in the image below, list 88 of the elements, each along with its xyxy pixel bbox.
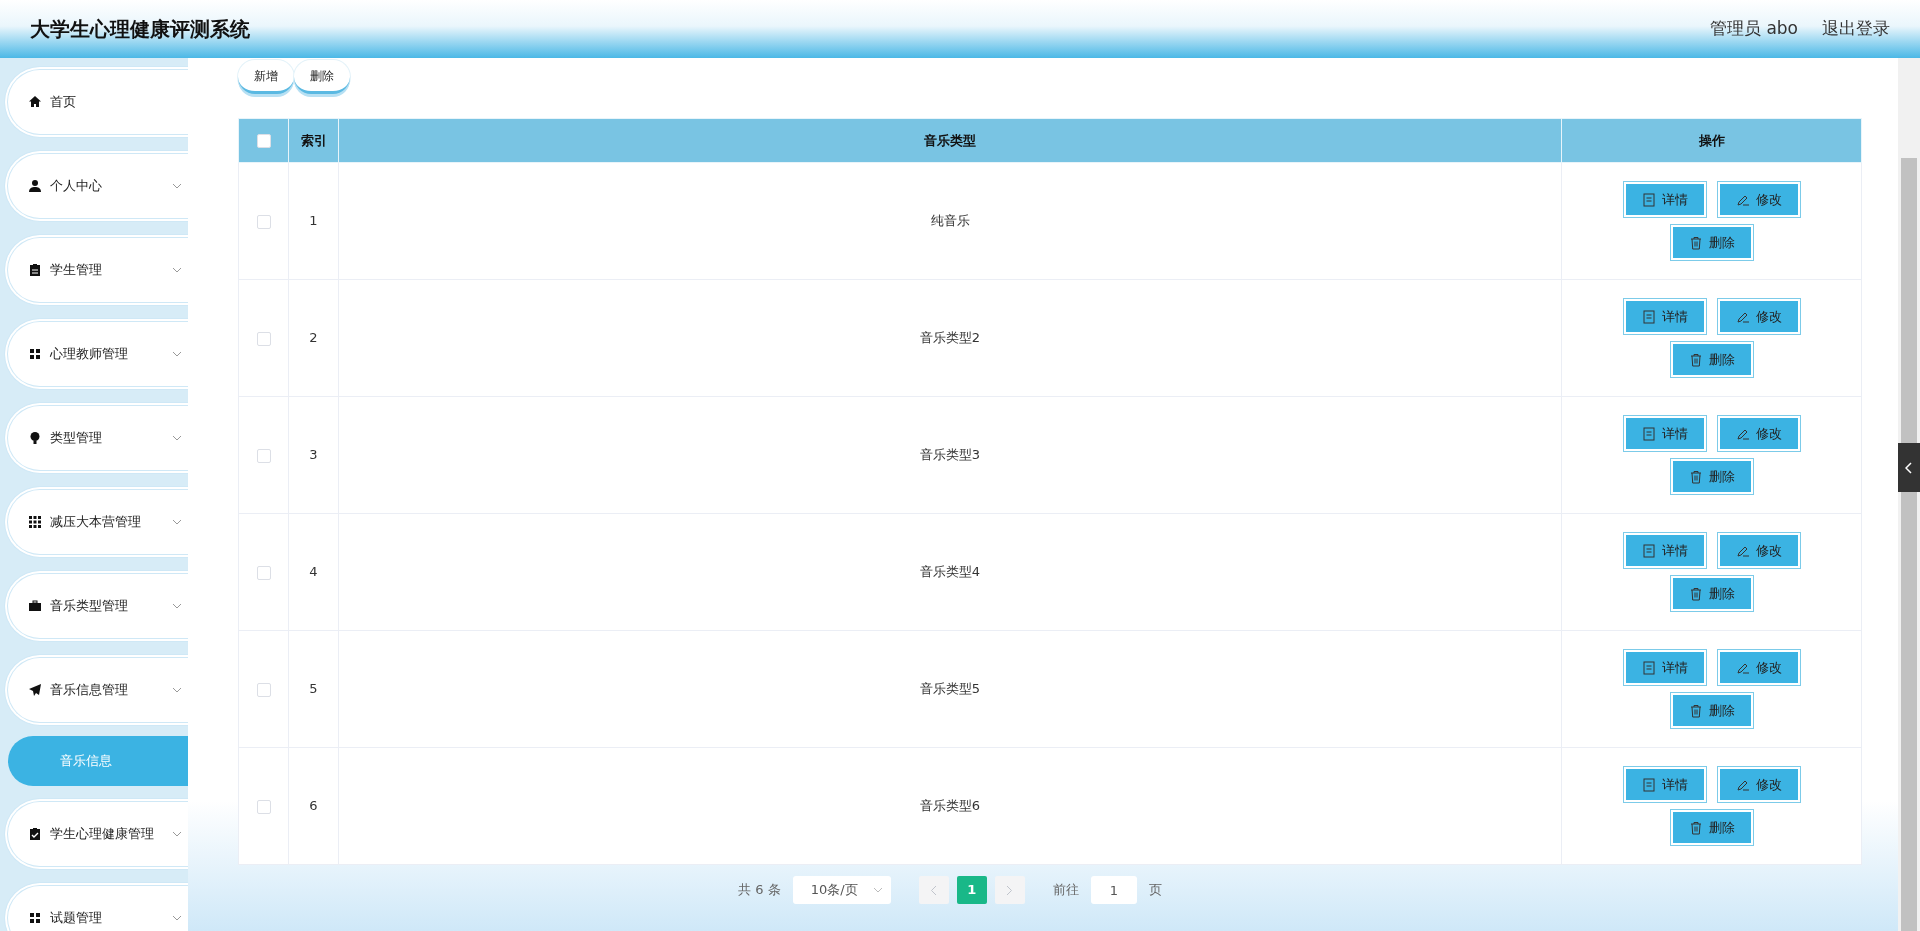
trash-icon [1688, 703, 1703, 718]
page-size-select[interactable]: 10条/页 [792, 876, 891, 904]
scrollbar[interactable] [1898, 58, 1920, 931]
toolbar-button[interactable]: 新增 [238, 60, 294, 94]
user-label: 管理员 abo [1710, 17, 1798, 41]
delete-button[interactable]: 删除 [1670, 225, 1753, 260]
grid-icon [28, 911, 42, 925]
index-cell: 4 [309, 564, 318, 580]
table-cell: 音乐类型5 [919, 681, 981, 697]
row-checkbox[interactable] [256, 799, 271, 814]
index-cell: 6 [309, 798, 318, 814]
column-header: 操作 [1698, 132, 1725, 148]
edit-button[interactable]: 修改 [1717, 299, 1800, 334]
menu-item[interactable]: 试题管理 [4, 882, 188, 931]
delete-button[interactable]: 删除 [1670, 342, 1753, 377]
delete-button[interactable]: 删除 [1670, 459, 1753, 494]
user-icon [28, 179, 42, 193]
trash-icon [1688, 235, 1703, 250]
paper-plane-icon [28, 683, 42, 697]
table-cell: 音乐类型3 [919, 447, 981, 463]
chevron-down-icon [872, 887, 883, 893]
index-cell: 1 [309, 213, 318, 229]
edit-button[interactable]: 修改 [1717, 416, 1800, 451]
grid-icon [28, 515, 42, 529]
row-checkbox[interactable] [256, 214, 271, 229]
logout-link[interactable]: 退出登录 [1822, 16, 1890, 42]
table-cell: 音乐类型2 [919, 330, 981, 346]
table-cell: 音乐类型6 [919, 798, 981, 814]
column-header: 音乐类型 [924, 132, 976, 148]
table-cell: 纯音乐 [930, 213, 970, 229]
menu-item[interactable]: 减压大本营管理 [4, 486, 188, 558]
trash-icon [1688, 820, 1703, 835]
menu-item[interactable]: 学生心理健康管理 [4, 798, 188, 870]
delete-button[interactable]: 删除 [1670, 693, 1753, 728]
delete-button[interactable]: 删除 [1670, 810, 1753, 845]
row-checkbox[interactable] [256, 682, 271, 697]
app-title: 大学生心理健康评测系统 [30, 16, 250, 43]
trash-icon [1688, 352, 1703, 367]
menu-item[interactable]: 音乐信息管理 [4, 654, 188, 726]
toolbar-button[interactable]: 删除 [294, 60, 350, 94]
total-count: 共 6 条 [738, 881, 781, 900]
lightbulb-icon [28, 431, 42, 445]
index-cell: 5 [309, 681, 318, 697]
detail-button[interactable]: 详情 [1623, 533, 1706, 568]
document-icon [1641, 543, 1656, 558]
row-checkbox[interactable] [256, 331, 271, 346]
column-header: 索引 [300, 132, 327, 148]
delete-button[interactable]: 删除 [1670, 576, 1753, 611]
briefcase-icon [28, 599, 42, 613]
document-icon [1641, 660, 1656, 675]
document-icon [1641, 309, 1656, 324]
edit-button[interactable]: 修改 [1717, 650, 1800, 685]
page-unit-label: 页 [1148, 881, 1162, 900]
menu-item[interactable]: 心理教师管理 [4, 318, 188, 390]
document-icon [1641, 777, 1656, 792]
trash-icon [1688, 469, 1703, 484]
menu-item[interactable]: 个人中心 [4, 150, 188, 222]
table-cell: 音乐类型4 [919, 564, 981, 580]
detail-button[interactable]: 详情 [1623, 650, 1706, 685]
detail-button[interactable]: 详情 [1623, 416, 1706, 451]
menu-item[interactable]: 学生管理 [4, 234, 188, 306]
grid-icon [28, 347, 42, 361]
collapse-tab[interactable] [1898, 443, 1920, 492]
select-all-checkbox[interactable] [256, 134, 271, 149]
chevron-left-icon [1905, 461, 1913, 474]
menu-item[interactable]: 首页 [4, 66, 188, 138]
edit-button[interactable]: 修改 [1717, 767, 1800, 802]
page-input[interactable]: 1 [1090, 876, 1137, 904]
home-icon [28, 95, 42, 109]
chevron-left-icon [930, 884, 938, 896]
detail-button[interactable]: 详情 [1623, 767, 1706, 802]
detail-button[interactable]: 详情 [1623, 182, 1706, 217]
menu-item[interactable]: 音乐类型管理 [4, 570, 188, 642]
menu-item[interactable]: 类型管理 [4, 402, 188, 474]
row-checkbox[interactable] [256, 565, 271, 580]
clipboard-icon [28, 263, 42, 277]
trash-icon [1688, 586, 1703, 601]
chevron-right-icon [1006, 884, 1014, 896]
index-cell: 2 [309, 330, 318, 346]
detail-button[interactable]: 详情 [1623, 299, 1706, 334]
index-cell: 3 [309, 447, 318, 463]
edit-button[interactable]: 修改 [1717, 533, 1800, 568]
edit-button[interactable]: 修改 [1717, 182, 1800, 217]
goto-label: 前往 [1052, 881, 1079, 900]
clipboard-check-icon [28, 827, 42, 841]
document-icon [1641, 426, 1656, 441]
row-checkbox[interactable] [256, 448, 271, 463]
document-icon [1641, 192, 1656, 207]
